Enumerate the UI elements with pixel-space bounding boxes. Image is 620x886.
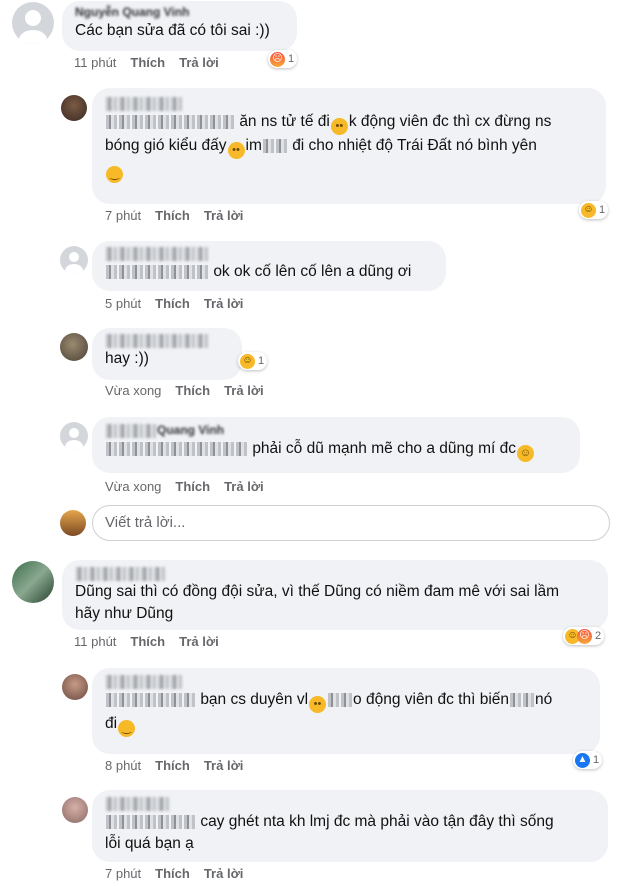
timestamp[interactable]: 8 phút: [105, 758, 141, 773]
avatar[interactable]: [60, 422, 88, 450]
comment-bubble: bạn cs duyên vl •• o động viên đc thì biến…: [92, 668, 600, 754]
haha-icon: ☺: [581, 202, 596, 218]
comment-bubble: Dũng sai thì có đồng đội sửa, vì thế Dũn…: [62, 560, 608, 630]
rolling-eyes-emoji: ••: [330, 118, 348, 135]
comment-meta: Vừa xong Thích Trả lời: [105, 383, 278, 398]
reaction-badge[interactable]: ☺ 1: [579, 201, 609, 219]
comment-author[interactable]: [105, 333, 229, 348]
avatar[interactable]: [60, 333, 88, 361]
reply-button[interactable]: Trả lời: [179, 55, 219, 70]
comment-bubble: hay :)): [92, 328, 242, 380]
comment-author[interactable]: [75, 566, 595, 581]
timestamp[interactable]: 11 phút: [74, 55, 116, 70]
comment-text: cay ghét nta kh lmj đc mà phải vào tận đ…: [105, 813, 554, 852]
reply-button[interactable]: Trả lời: [204, 296, 244, 311]
avatar[interactable]: [60, 246, 88, 274]
like-button[interactable]: Thích: [155, 208, 190, 223]
comment-meta: 5 phút Thích Trả lời: [105, 296, 257, 311]
comment-meta: 7 phút Thích Trả lời: [105, 208, 257, 223]
comment-bubble: ok ok cố lên cố lên a dũng ơi: [92, 241, 446, 291]
timestamp[interactable]: Vừa xong: [105, 479, 161, 494]
reaction-badge[interactable]: ▲ 1: [573, 751, 603, 769]
comment-text: ok ok cố lên cố lên a dũng ơi: [105, 261, 433, 283]
reply-button[interactable]: Trả lời: [224, 383, 264, 398]
like-button[interactable]: Thích: [155, 296, 190, 311]
comment-text: Dũng sai thì có đồng đội sửa, vì thế Dũn…: [75, 583, 560, 622]
comment-meta: Vừa xong Thích Trả lời: [105, 479, 278, 494]
like-button[interactable]: Thích: [130, 634, 165, 649]
reaction-badge[interactable]: ☺ ☹ 2: [563, 627, 605, 645]
timestamp[interactable]: Vừa xong: [105, 383, 161, 398]
avatar: [60, 510, 86, 536]
avatar[interactable]: [61, 95, 87, 121]
reaction-badge[interactable]: ☹ 1: [268, 50, 298, 68]
reply-button[interactable]: Trả lời: [224, 479, 264, 494]
comment-text: Các bạn sửa đã có tôi sai :)): [75, 22, 270, 39]
like-button[interactable]: Thích: [175, 479, 210, 494]
laughing-emoji: ☺: [516, 445, 534, 462]
comment-text: phải cỗ dũ mạnh mẽ cho a dũng mí đc ☺: [105, 438, 567, 462]
avatar[interactable]: [12, 2, 54, 44]
avatar[interactable]: [12, 561, 54, 603]
reply-button[interactable]: Trả lời: [204, 866, 244, 881]
rolling-eyes-emoji: ••: [227, 142, 245, 159]
angry-icon: ☹: [270, 51, 285, 67]
avatar[interactable]: [62, 797, 88, 823]
timestamp[interactable]: 11 phút: [74, 634, 116, 649]
reply-button[interactable]: Trả lời: [179, 634, 219, 649]
timestamp[interactable]: 5 phút: [105, 296, 141, 311]
like-button[interactable]: Thích: [175, 383, 210, 398]
comment-bubble: Quang Vinh phải cỗ dũ mạnh mẽ cho a dũng…: [92, 417, 580, 473]
comment-text: bạn cs duyên vl •• o động viên đc thì biến…: [105, 689, 587, 737]
like-icon: ▲: [575, 752, 590, 768]
comment-author[interactable]: Nguyễn Quang Vinh: [75, 5, 284, 20]
comment-author[interactable]: [105, 96, 593, 111]
comment-author[interactable]: [105, 674, 587, 689]
angry-icon: ☹: [577, 628, 592, 644]
reply-input[interactable]: Viết trả lời...: [92, 505, 610, 541]
comment-author[interactable]: [105, 246, 433, 261]
upside-down-face-emoji: ‿: [118, 720, 136, 737]
reaction-badge[interactable]: ☺ 1: [238, 352, 268, 370]
comment-meta: 11 phút Thích Trả lời: [74, 55, 233, 70]
comment-text: hay :)): [105, 350, 149, 367]
comment-meta: 11 phút Thích Trả lời: [74, 634, 233, 649]
like-button[interactable]: Thích: [130, 55, 165, 70]
comment-bubble: Nguyễn Quang Vinh Các bạn sửa đã có tôi …: [62, 1, 297, 51]
like-button[interactable]: Thích: [155, 866, 190, 881]
like-button[interactable]: Thích: [155, 758, 190, 773]
upside-down-face-emoji: ‿: [106, 166, 123, 183]
comment-meta: 7 phút Thích Trả lời: [105, 866, 257, 881]
reply-button[interactable]: Trả lời: [204, 208, 244, 223]
haha-icon: ☺: [240, 353, 255, 369]
timestamp[interactable]: 7 phút: [105, 208, 141, 223]
comment-author[interactable]: [105, 796, 595, 811]
avatar[interactable]: [62, 674, 88, 700]
comment-text: ăn ns tử tế đi •• k động viên đc thì cx đừ…: [105, 111, 593, 183]
rolling-eyes-emoji: ••: [309, 696, 327, 713]
comment-bubble: ăn ns tử tế đi •• k động viên đc thì cx đừ…: [92, 88, 606, 204]
comment-author[interactable]: Quang Vinh: [105, 423, 567, 438]
comment-bubble: cay ghét nta kh lmj đc mà phải vào tận đ…: [92, 790, 608, 862]
timestamp[interactable]: 7 phút: [105, 866, 141, 881]
reply-button[interactable]: Trả lời: [204, 758, 244, 773]
comment-meta: 8 phút Thích Trả lời: [105, 758, 257, 773]
